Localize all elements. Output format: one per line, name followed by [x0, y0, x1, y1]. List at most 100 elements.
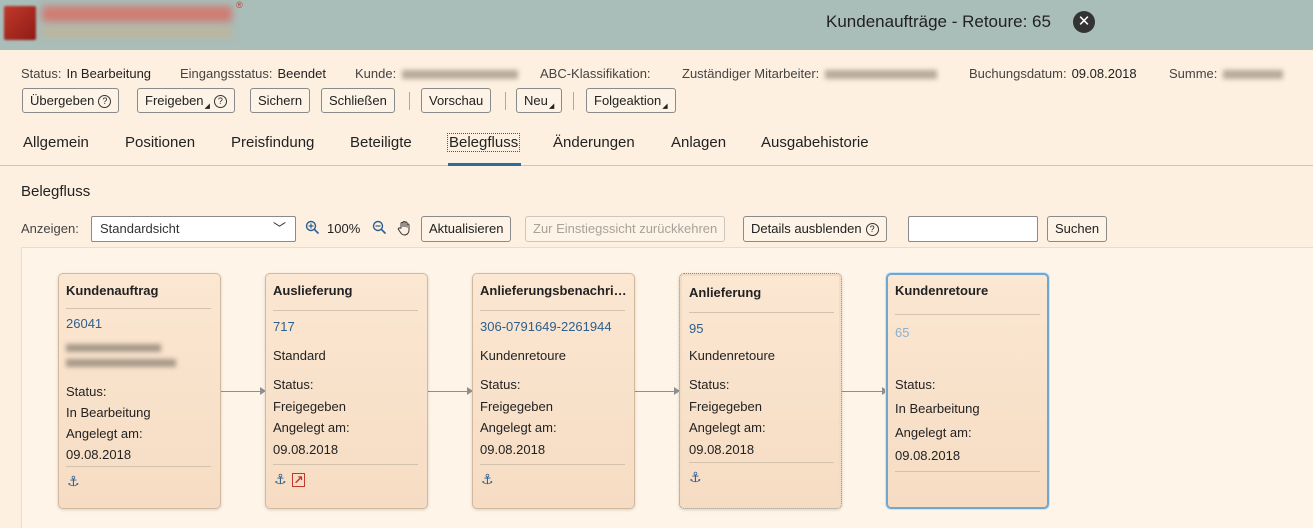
dropdown-corner-icon: ◢ — [662, 103, 668, 110]
flow-node-sales-order[interactable]: Kundenauftrag 26041 Status: In Bearbeitu… — [58, 273, 221, 509]
help-icon: ? — [865, 223, 879, 236]
node-document-number: 65 — [895, 325, 910, 340]
node-created-label: Angelegt am: — [480, 420, 557, 435]
posting-date-field: Buchungsdatum: 09.08.2018 — [969, 66, 1137, 81]
toolbar-separator — [505, 92, 506, 110]
tab-items[interactable]: Positionen — [125, 134, 195, 151]
view-label: Anzeigen: — [21, 221, 79, 236]
followup-action-button[interactable]: Folgeaktion◢ — [586, 88, 676, 113]
node-type: Kundenretoure — [689, 348, 776, 363]
node-divider — [66, 308, 211, 309]
logo-mark — [4, 6, 36, 40]
sum-field: Summe: — [1169, 66, 1284, 81]
toolbar-separator — [409, 92, 410, 110]
node-status-label: Status: — [480, 377, 521, 392]
flow-node-delivery[interactable]: Auslieferung 717 Standard Status: Freige… — [265, 273, 428, 509]
save-button[interactable]: Sichern — [250, 88, 311, 113]
node-divider — [273, 310, 418, 311]
node-divider — [480, 310, 625, 311]
registered-mark: ® — [236, 0, 243, 10]
zoom-in-icon[interactable] — [305, 220, 320, 238]
flow-connector — [635, 387, 680, 395]
anchor-icon[interactable]: ⚓ — [67, 473, 80, 490]
handover-button[interactable]: Übergeben? — [22, 88, 120, 113]
anchor-icon[interactable]: ⚓ — [689, 469, 702, 486]
node-divider — [689, 312, 834, 313]
search-input[interactable] — [908, 216, 1038, 242]
node-created-date: 09.08.2018 — [480, 442, 546, 457]
node-status-value: Freigegeben — [480, 399, 553, 414]
section-title: Belegfluss — [21, 183, 91, 200]
toolbar-separator — [573, 92, 574, 110]
flow-connector — [842, 387, 888, 395]
tab-attachments[interactable]: Anlagen — [671, 134, 726, 151]
anchor-icon[interactable]: ⚓ — [274, 471, 287, 488]
close-button[interactable]: Schließen — [321, 88, 395, 113]
node-title: Kundenauftrag — [66, 283, 159, 298]
flow-node-inbound-notification[interactable]: Anlieferungsbenachrichtigung 306-0791649… — [472, 273, 635, 509]
node-document-number[interactable]: 26041 — [66, 316, 102, 331]
tab-changes[interactable]: Änderungen — [553, 134, 635, 151]
hide-details-button[interactable]: Details ausblenden? — [743, 216, 887, 242]
pdf-icon[interactable]: ↗ — [292, 473, 305, 487]
node-status-value: In Bearbeitung — [66, 405, 151, 420]
tab-pricing[interactable]: Preisfindung — [231, 134, 314, 151]
flow-node-inbound-delivery[interactable]: Anlieferung 95 Kundenretoure Status: Fre… — [679, 273, 842, 509]
node-status-label: Status: — [895, 377, 936, 392]
status-field: Status: In Bearbeitung — [21, 66, 152, 81]
node-divider — [895, 314, 1040, 315]
tab-document-flow[interactable]: Belegfluss — [447, 133, 521, 152]
tab-strip: Allgemein Positionen Preisfindung Beteil… — [0, 128, 1313, 166]
flow-connector — [428, 387, 473, 395]
node-document-number[interactable]: 95 — [689, 321, 703, 336]
chevron-down-icon: ﹀ — [272, 221, 286, 236]
entry-status-field: Eingangsstatus: Beendet — [180, 66, 326, 81]
release-button[interactable]: Freigeben◢? — [137, 88, 235, 113]
node-created-label: Angelegt am: — [273, 420, 350, 435]
search-button[interactable]: Suchen — [1047, 216, 1108, 242]
node-divider — [895, 471, 1040, 472]
view-select[interactable]: Standardsicht ﹀ — [91, 216, 296, 242]
refresh-button[interactable]: Aktualisieren — [421, 216, 512, 242]
employee-field: Zuständiger Mitarbeiter: — [682, 66, 938, 81]
node-divider — [273, 464, 418, 465]
node-document-number[interactable]: 306-0791649-2261944 — [480, 319, 612, 334]
window-title: Kundenaufträge - Retoure: 65 — [826, 12, 1051, 31]
tab-general[interactable]: Allgemein — [23, 134, 89, 151]
tab-output-history[interactable]: Ausgabehistorie — [761, 134, 869, 151]
node-title: Anlieferungsbenachrichtigung — [480, 283, 628, 298]
active-tab-indicator — [448, 163, 521, 166]
node-created-date: 09.08.2018 — [895, 448, 961, 463]
node-title: Anlieferung — [689, 285, 762, 300]
node-created-label: Angelegt am: — [895, 425, 972, 440]
node-status-label: Status: — [66, 384, 107, 399]
node-document-number[interactable]: 717 — [273, 319, 295, 334]
node-status-value: Freigegeben — [689, 399, 762, 414]
node-title: Kundenretoure — [895, 283, 989, 298]
node-status-value: In Bearbeitung — [895, 401, 980, 416]
abc-field: ABC-Klassifikation: — [540, 66, 651, 81]
employee-value-redacted[interactable] — [825, 70, 938, 80]
zoom-out-icon[interactable] — [372, 220, 387, 238]
pan-hand-icon[interactable] — [397, 220, 412, 239]
tab-parties[interactable]: Beteiligte — [350, 134, 412, 151]
anchor-icon[interactable]: ⚓ — [481, 471, 494, 488]
flow-node-customer-return[interactable]: Kundenretoure 65 Status: In Bearbeitung … — [886, 273, 1049, 509]
logo-name-blurred — [42, 6, 232, 22]
help-icon: ? — [213, 95, 227, 108]
node-type: Kundenretoure — [480, 348, 567, 363]
close-icon[interactable]: ✕ — [1073, 11, 1095, 33]
flow-connector — [221, 387, 266, 395]
node-created-date: 09.08.2018 — [273, 442, 339, 457]
node-created-label: Angelegt am: — [689, 420, 766, 435]
return-to-entry-view-button[interactable]: Zur Einstiegssicht zurückkehren — [525, 216, 726, 242]
node-created-date: 09.08.2018 — [66, 447, 132, 462]
preview-button[interactable]: Vorschau — [421, 88, 492, 113]
logo-tagline-blurred — [42, 27, 232, 37]
node-divider — [66, 466, 211, 467]
new-button[interactable]: Neu◢ — [516, 88, 563, 113]
company-logo[interactable]: ® — [0, 0, 250, 46]
customer-field: Kunde: — [355, 66, 519, 81]
customer-value-redacted[interactable] — [402, 70, 519, 80]
shell-bar: ® Kundenaufträge - Retoure: 65 ✕ — [0, 0, 1313, 50]
